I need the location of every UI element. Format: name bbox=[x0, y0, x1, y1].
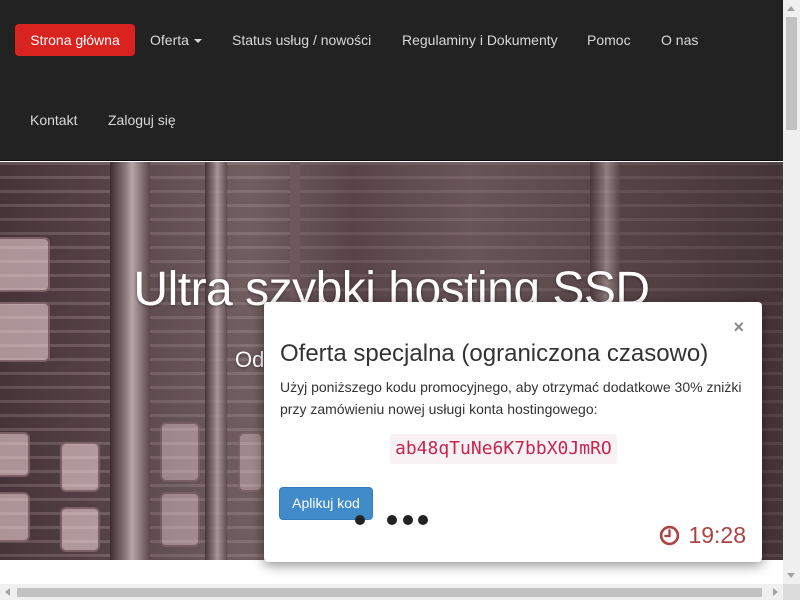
modal-description: Użyj poniższego kodu promocyjnego, aby o… bbox=[280, 379, 742, 417]
nav-item-about[interactable]: O nas bbox=[661, 30, 698, 50]
hero-subtitle-text: Od bbox=[235, 347, 265, 372]
scrollbar-corner bbox=[783, 584, 800, 600]
hero-server-slot bbox=[60, 442, 100, 492]
top-navbar: Strona główna Oferta Status usług / nowo… bbox=[0, 0, 783, 161]
nav-item-home[interactable]: Strona główna bbox=[15, 24, 135, 56]
scroll-down-arrow-icon[interactable] bbox=[787, 573, 795, 578]
scroll-left-arrow-icon[interactable] bbox=[5, 588, 10, 596]
scroll-right-arrow-icon[interactable] bbox=[773, 588, 778, 596]
countdown-timer: 19:28 bbox=[659, 522, 746, 548]
promo-modal: × Oferta specjalna (ograniczona czasowo)… bbox=[264, 302, 762, 562]
hero-server-slot bbox=[0, 492, 30, 542]
loading-dot bbox=[387, 515, 397, 525]
loading-dot bbox=[403, 515, 413, 525]
hero-rack-post bbox=[205, 162, 227, 560]
nav-item-offer-label: Oferta bbox=[150, 32, 189, 48]
hero-server-slot bbox=[60, 507, 100, 552]
nav-item-status[interactable]: Status usług / nowości bbox=[232, 30, 371, 50]
vertical-scrollbar[interactable] bbox=[783, 0, 800, 584]
clock-icon bbox=[660, 525, 680, 546]
nav-item-contact[interactable]: Kontakt bbox=[30, 110, 77, 130]
nav-item-offer[interactable]: Oferta bbox=[150, 30, 202, 50]
scroll-up-arrow-icon[interactable] bbox=[787, 6, 795, 11]
browser-viewport: Strona główna Oferta Status usług / nowo… bbox=[0, 0, 783, 584]
loading-dot bbox=[355, 515, 365, 525]
close-icon[interactable]: × bbox=[733, 318, 744, 336]
loading-dot bbox=[418, 515, 428, 525]
hero-server-slot bbox=[0, 432, 30, 477]
hero-server-slot bbox=[160, 492, 200, 547]
horizontal-scrollbar[interactable] bbox=[0, 584, 783, 600]
horizontal-scroll-thumb[interactable] bbox=[17, 588, 762, 597]
modal-title: Oferta specjalna (ograniczona czasowo) bbox=[280, 340, 709, 367]
nav-item-regulations[interactable]: Regulaminy i Dokumenty bbox=[402, 30, 558, 50]
countdown-value: 19:28 bbox=[688, 522, 746, 548]
hero-server-slot bbox=[238, 432, 263, 492]
vertical-scroll-thumb[interactable] bbox=[786, 17, 797, 130]
caret-down-icon bbox=[193, 39, 202, 44]
hero-server-slot bbox=[160, 422, 200, 482]
nav-item-help[interactable]: Pomoc bbox=[587, 30, 631, 50]
hero-rack-post bbox=[110, 162, 150, 560]
promo-code: ab48qTuNe6K7bbX0JmRO bbox=[390, 434, 617, 464]
nav-item-login[interactable]: Zaloguj się bbox=[108, 110, 176, 130]
